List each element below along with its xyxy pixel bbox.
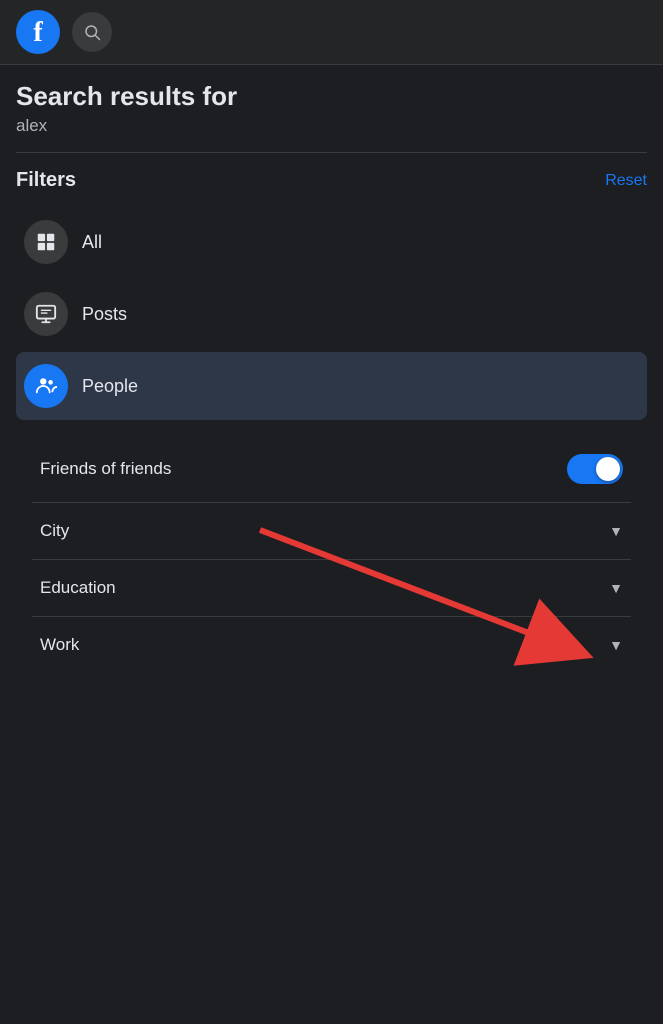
- search-icon: [83, 23, 101, 41]
- toggle-track: [567, 454, 623, 484]
- filters-label: Filters: [16, 169, 76, 192]
- all-filter-icon: [24, 220, 68, 264]
- education-dropdown-arrow: ▼: [609, 580, 623, 596]
- friends-of-friends-filter[interactable]: Friends of friends: [32, 436, 631, 503]
- fb-logo-letter: f: [33, 19, 42, 47]
- posts-filter-label: Posts: [82, 304, 127, 325]
- friends-of-friends-toggle[interactable]: [567, 454, 623, 484]
- reset-button[interactable]: Reset: [605, 172, 647, 190]
- toggle-thumb: [596, 457, 620, 481]
- people-icon: [35, 375, 57, 397]
- people-filter-icon: [24, 364, 68, 408]
- work-filter[interactable]: Work ▼: [32, 617, 631, 673]
- page-title: Search results for: [16, 81, 647, 112]
- all-icon: [35, 231, 57, 253]
- filters-header: Filters Reset: [16, 169, 647, 192]
- facebook-logo: f: [16, 10, 60, 54]
- filter-item-posts[interactable]: Posts: [16, 280, 647, 348]
- filter-item-all[interactable]: All: [16, 208, 647, 276]
- all-filter-label: All: [82, 232, 102, 253]
- education-label: Education: [40, 578, 116, 598]
- filter-item-people[interactable]: People: [16, 352, 647, 420]
- education-filter[interactable]: Education ▼: [32, 560, 631, 617]
- work-dropdown-arrow: ▼: [609, 637, 623, 653]
- posts-filter-icon: [24, 292, 68, 336]
- divider: [16, 152, 647, 153]
- search-query: alex: [16, 116, 647, 136]
- main-content: Search results for alex Filters Reset Al…: [0, 65, 663, 673]
- app-header: f: [0, 0, 663, 65]
- city-dropdown-arrow: ▼: [609, 523, 623, 539]
- city-label: City: [40, 521, 69, 541]
- friends-of-friends-label: Friends of friends: [40, 459, 171, 479]
- sub-filters: Friends of friends City ▼ Education ▼ Wo…: [16, 428, 647, 673]
- search-button[interactable]: [72, 12, 112, 52]
- city-filter[interactable]: City ▼: [32, 503, 631, 560]
- posts-icon: [35, 303, 57, 325]
- work-label: Work: [40, 635, 79, 655]
- people-filter-label: People: [82, 376, 138, 397]
